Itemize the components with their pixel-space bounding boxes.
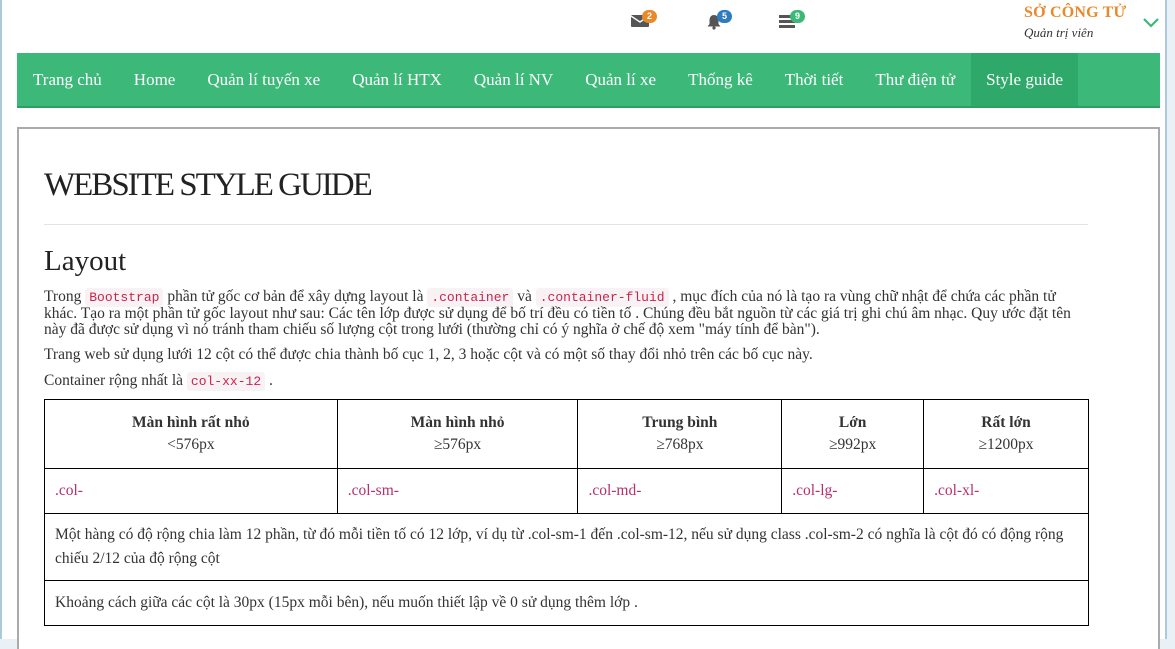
top-bar: 2 5 9 SỞ CÔNG TỬ Quản trị viên	[2, 0, 1165, 52]
table-cell-description: Một hàng có độ rộng chia làm 12 phần, từ…	[44, 513, 1089, 581]
nav-item-quan-li-htx[interactable]: Quản lí HTX	[336, 53, 458, 106]
table-cell-gutter: Khoảng cách giữa các cột là 30px (15px m…	[44, 580, 1089, 626]
user-menu[interactable]: SỞ CÔNG TỬ Quản trị viên	[1024, 4, 1126, 41]
tasks-badge: 9	[790, 10, 805, 23]
user-name: SỞ CÔNG TỬ	[1024, 4, 1127, 21]
table-row: .col- .col-sm- .col-md- .col-lg- .col-xl…	[44, 468, 1089, 514]
container-paragraph: Container rộng nhất là col-xx-12 .	[44, 372, 273, 391]
nav-item-thoi-tiet[interactable]: Thời tiết	[769, 53, 860, 106]
layout-intro-paragraph: Trong Bootstrap phần tử gốc cơ bản để xâ…	[44, 288, 1071, 338]
table-row: Một hàng có độ rộng chia làm 12 phần, từ…	[44, 513, 1089, 581]
table-header-cell: Màn hình rất nhỏ <576px	[44, 399, 338, 469]
nav-item-thu-dien-tu[interactable]: Thư điện tử	[859, 53, 971, 106]
table-cell-class: .col-md-	[577, 468, 783, 514]
grid-paragraph: Trang web sử dụng lưới 12 cột có thể đượ…	[44, 346, 813, 363]
table-cell-class: .col-	[44, 468, 338, 514]
nav-item-thong-ke[interactable]: Thống kê	[672, 53, 769, 106]
messages-badge: 2	[642, 10, 657, 23]
title-divider	[44, 224, 1088, 225]
table-header-cell: Màn hình nhỏ ≥576px	[336, 399, 579, 469]
table-row: Khoảng cách giữa các cột là 30px (15px m…	[44, 580, 1089, 626]
main-nav: Trang chủ Home Quản lí tuyến xe Quản lí …	[17, 53, 1160, 108]
user-role: Quản trị viên	[1024, 25, 1094, 40]
breakpoint-table: Màn hình rất nhỏ <576px Màn hình nhỏ ≥576p…	[44, 399, 1089, 626]
table-cell-class: .col-xl-	[923, 468, 1089, 514]
table-header-cell: Lớn ≥992px	[781, 399, 925, 469]
section-heading: Layout	[44, 245, 127, 277]
nav-item-home[interactable]: Home	[118, 53, 192, 106]
alerts-notification[interactable]: 5	[706, 10, 732, 36]
code-col-xx-12: col-xx-12	[186, 372, 266, 391]
table-header-row: Màn hình rất nhỏ <576px Màn hình nhỏ ≥576p…	[44, 399, 1089, 469]
tasks-notification[interactable]: 9	[779, 10, 805, 36]
page: 2 5 9 SỞ CÔNG TỬ Quản trị viên Trang chủ…	[0, 0, 1167, 649]
table-header-cell: Rất lớn ≥1200px	[923, 399, 1089, 469]
nav-item-quan-li-nv[interactable]: Quản lí NV	[458, 53, 569, 106]
content-panel: WEBSITE STYLE GUIDE Layout Trong Bootstr…	[17, 127, 1160, 649]
table-header-cell: Trung bình ≥768px	[577, 399, 783, 469]
messages-notification[interactable]: 2	[631, 10, 657, 36]
nav-item-quan-li-xe[interactable]: Quản lí xe	[569, 53, 672, 106]
chevron-down-icon[interactable]	[1143, 18, 1159, 28]
table-cell-class: .col-lg-	[781, 468, 925, 514]
nav-item-style-guide[interactable]: Style guide	[971, 53, 1079, 106]
nav-item-quan-li-tuyen-xe[interactable]: Quản lí tuyến xe	[191, 53, 336, 106]
nav-item-trang-chu[interactable]: Trang chủ	[17, 53, 118, 106]
page-title: WEBSITE STYLE GUIDE	[44, 167, 373, 203]
alerts-badge: 5	[717, 10, 732, 23]
table-cell-class: .col-sm-	[336, 468, 579, 514]
